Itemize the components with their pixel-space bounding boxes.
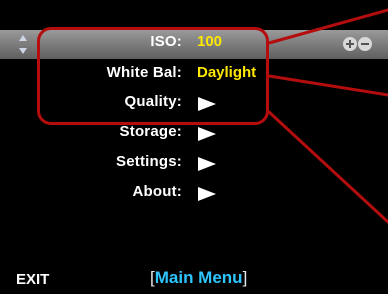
menu-item-label: Settings: — [116, 153, 182, 170]
menu-item-label: Storage: — [119, 123, 182, 140]
menu-title: [Main Menu] — [150, 268, 247, 288]
callout-highlight-box — [37, 27, 269, 125]
right-arrow-icon — [198, 187, 216, 201]
menu-item-about[interactable]: About: — [0, 180, 388, 209]
bottom-bar: EXIT [Main Menu] — [0, 266, 388, 294]
right-arrow-icon — [198, 127, 216, 141]
bracket-close: ] — [242, 268, 248, 287]
right-arrow-icon — [198, 157, 216, 171]
menu-title-text: Main Menu — [154, 268, 243, 287]
menu-item-label: About: — [132, 183, 182, 200]
menu-item-settings[interactable]: Settings: — [0, 150, 388, 179]
exit-button[interactable]: EXIT — [16, 271, 49, 288]
plus-minus-icon — [343, 37, 372, 51]
